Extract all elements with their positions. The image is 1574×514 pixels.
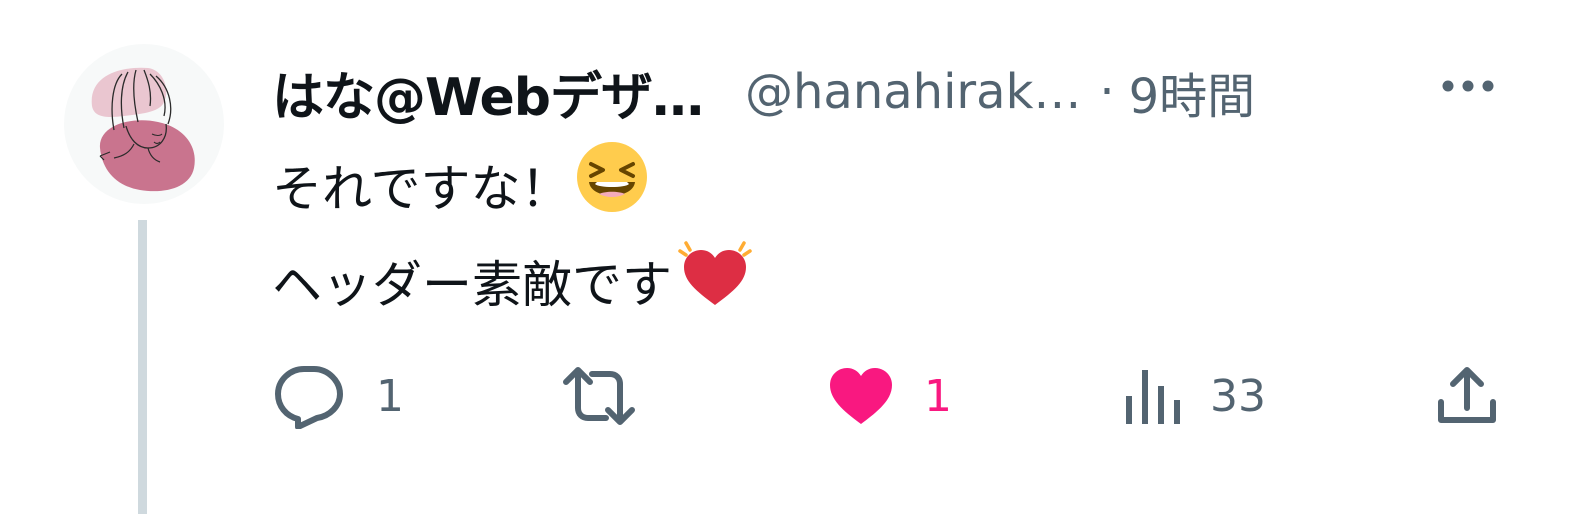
tweet-text: それですな！ ヘッダー素敵です (272, 140, 754, 332)
like-count: 1 (924, 370, 952, 422)
analytics-bars-icon (1126, 370, 1180, 424)
retweet-arrows-icon (563, 367, 635, 425)
retweet-button[interactable] (562, 356, 666, 436)
user-handle[interactable]: @hanahirak… (745, 64, 1081, 120)
display-name[interactable]: はな@Webデザ… (272, 55, 704, 130)
beating-heart-emoji-icon (676, 237, 754, 332)
tweet-text-line: それですな！ (272, 140, 754, 237)
tweet-text-line: ヘッダー素敵です (272, 237, 754, 332)
views-count: 33 (1210, 370, 1266, 422)
avatar[interactable] (64, 44, 224, 204)
reply-bubble-icon (275, 366, 343, 429)
more-dots-icon (1442, 80, 1494, 92)
tweet-actions: 1 1 33 (272, 356, 1502, 436)
timestamp[interactable]: 9時間 (1129, 57, 1256, 127)
share-button[interactable] (1436, 356, 1498, 436)
views-button[interactable]: 33 (1124, 356, 1266, 436)
like-button[interactable]: 1 (828, 356, 952, 436)
laughing-face-emoji-icon (575, 140, 649, 237)
tweet-text-line1: それですな！ (272, 159, 571, 218)
reply-count: 1 (376, 370, 404, 422)
heart-icon (830, 368, 892, 424)
tweet[interactable]: はな@Webデザ… @hanahirak… · 9時間 それですな！ ヘッダー素… (0, 0, 1574, 514)
share-upload-icon (1438, 367, 1496, 423)
tweet-header: はな@Webデザ… @hanahirak… · 9時間 (272, 54, 1255, 130)
more-options-button[interactable] (1428, 60, 1508, 112)
tweet-text-line2: ヘッダー素敵です (272, 255, 672, 314)
header-separator: · (1099, 64, 1115, 120)
thread-connector-line (138, 220, 147, 514)
reply-button[interactable]: 1 (272, 356, 404, 436)
